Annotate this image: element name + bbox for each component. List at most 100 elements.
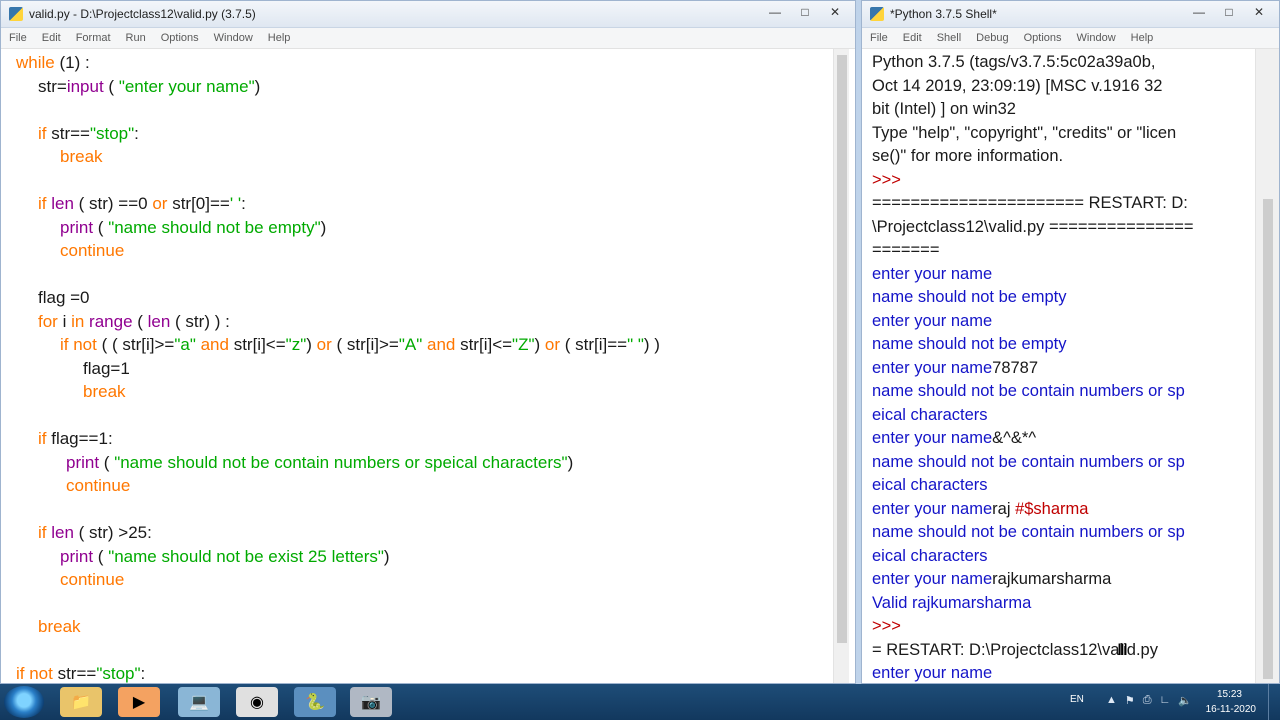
shell-text: enter your name: [872, 264, 993, 283]
menu-help[interactable]: Help: [268, 32, 291, 44]
menu-file[interactable]: File: [870, 32, 888, 44]
menu-run[interactable]: Run: [126, 32, 146, 44]
editor-titlebar[interactable]: valid.py - D:\Projectclass12\valid.py (3…: [1, 1, 855, 28]
menu-format[interactable]: Format: [76, 32, 111, 44]
code-token: (: [93, 217, 109, 237]
shell-line: = RESTART: D:\Projectclass12\valid.py: [872, 639, 1254, 663]
shell-line: >>>: [872, 169, 1254, 193]
shell-text: name should not be empty: [872, 335, 1067, 353]
code-token: str==: [52, 664, 97, 683]
shell-line: name should not be empty: [872, 286, 1254, 310]
shell-text: bit (Intel) ] on win32: [872, 100, 1016, 118]
code-token: continue: [66, 476, 131, 495]
code-token: ) ): [643, 335, 660, 354]
shell-line: enter your nameraj #$sharma: [872, 498, 1254, 522]
volume-icon[interactable]: 🔈: [1178, 694, 1192, 707]
menu-options[interactable]: Options: [1024, 32, 1062, 44]
code-line: break: [83, 380, 126, 404]
menu-help[interactable]: Help: [1131, 32, 1154, 44]
shell-text: ====================== RESTART: D:: [872, 194, 1188, 212]
menu-shell[interactable]: Shell: [937, 32, 961, 44]
printer-icon[interactable]: ⎙: [1143, 694, 1152, 707]
python-taskbar-icon[interactable]: 🐍: [294, 687, 336, 717]
shell-line: enter your name: [872, 662, 1254, 683]
shell-text: &^&*^: [992, 429, 1037, 447]
code-line: continue: [60, 568, 124, 592]
code-token: :: [140, 664, 146, 683]
shell-line: ====================== RESTART: D:: [872, 192, 1254, 216]
code-token: "enter your name": [118, 76, 255, 96]
code-line: break: [60, 145, 103, 169]
code-token: (: [132, 311, 148, 331]
maximize-icon[interactable]: □: [791, 3, 819, 21]
clock-time[interactable]: 15:23: [1217, 689, 1242, 700]
code-token: :: [134, 123, 139, 143]
code-line: flag =0: [38, 286, 90, 310]
camera-icon[interactable]: 📷: [350, 687, 392, 717]
start-button[interactable]: [4, 686, 44, 718]
code-token: ): [383, 546, 390, 566]
code-editor[interactable]: while (1) : str=input ( "enter your name"…: [1, 49, 833, 683]
shell-scroll-thumb[interactable]: [1263, 199, 1273, 679]
code-token: ): [306, 335, 317, 354]
file-explorer-icon[interactable]: 📁: [60, 687, 102, 717]
maximize-icon[interactable]: □: [1215, 3, 1243, 21]
language-indicator[interactable]: EN: [1070, 694, 1084, 705]
network-icon[interactable]: ∟: [1160, 694, 1171, 707]
shell-text: eical characters: [872, 476, 988, 494]
close-icon[interactable]: ✕: [821, 3, 849, 21]
minimize-icon[interactable]: —: [1185, 3, 1213, 21]
shell-text: enter your name: [872, 429, 993, 447]
clock-date[interactable]: 16-11-2020: [1206, 704, 1256, 715]
code-token: if: [38, 523, 47, 542]
menu-options[interactable]: Options: [161, 32, 199, 44]
chrome-icon[interactable]: ◉: [236, 687, 278, 717]
shell-line: enter your namerajkumarsharma: [872, 568, 1254, 592]
code-token: for: [38, 311, 58, 331]
code-line: break: [38, 615, 81, 639]
code-line: if len ( str) >25:: [38, 521, 152, 545]
code-token: ( str[i]>=: [331, 335, 399, 354]
shell-line: enter your name&^&*^: [872, 427, 1254, 451]
code-line: print ( "name should not be exist 25 let…: [60, 545, 390, 569]
editor-scroll-thumb[interactable]: [837, 55, 847, 643]
code-token: flag=1: [83, 358, 130, 378]
code-token: " ": [627, 335, 644, 354]
media-player-icon[interactable]: ▶: [118, 687, 160, 717]
show-hidden-icon[interactable]: ▲: [1106, 694, 1117, 707]
menu-window[interactable]: Window: [1077, 32, 1116, 44]
menu-edit[interactable]: Edit: [42, 32, 61, 44]
shell-line: >>>: [872, 615, 1254, 639]
code-token: "stop": [96, 664, 141, 683]
code-token: ): [534, 335, 545, 354]
menu-window[interactable]: Window: [214, 32, 253, 44]
close-icon[interactable]: ✕: [1245, 3, 1273, 21]
menu-edit[interactable]: Edit: [903, 32, 922, 44]
shell-text: enter your name: [872, 664, 993, 682]
shell-scrollbar[interactable]: [1255, 49, 1279, 683]
menu-file[interactable]: File: [9, 32, 27, 44]
code-line: if not str=="stop":: [16, 662, 146, 683]
shell-text: eical characters: [872, 405, 988, 424]
shell-text: enter your name: [872, 570, 993, 588]
show-desktop-button[interactable]: [1268, 684, 1280, 720]
minimize-icon[interactable]: —: [761, 3, 789, 21]
shell-output[interactable]: Python 3.7.5 (tags/v3.7.5:5c02a39a0b, Oct…: [862, 49, 1254, 683]
code-token: and: [426, 335, 456, 354]
flag-icon[interactable]: ⚑: [1125, 694, 1135, 707]
shell-titlebar[interactable]: *Python 3.7.5 Shell* — □ ✕: [862, 1, 1279, 28]
code-token: break: [60, 147, 103, 166]
code-token: or: [316, 335, 332, 354]
editor-window: valid.py - D:\Projectclass12\valid.py (3…: [0, 0, 856, 684]
code-token: range: [89, 311, 133, 331]
shell-line: bit (Intel) ] on win32: [872, 98, 1254, 122]
shell-text: Valid rajkumarsharma: [872, 593, 1032, 612]
code-token: ): [320, 217, 327, 237]
tray-icons: ▲ ⚑ ⎙ ∟ 🔈: [1106, 694, 1192, 707]
code-token: "Z": [512, 335, 535, 354]
shell-text: name should not be contain numbers or sp: [872, 382, 1185, 400]
editor-scrollbar[interactable]: [833, 49, 849, 683]
menu-debug[interactable]: Debug: [976, 32, 1008, 44]
code-token: str==: [46, 123, 90, 143]
computer-icon[interactable]: 💻: [178, 687, 220, 717]
